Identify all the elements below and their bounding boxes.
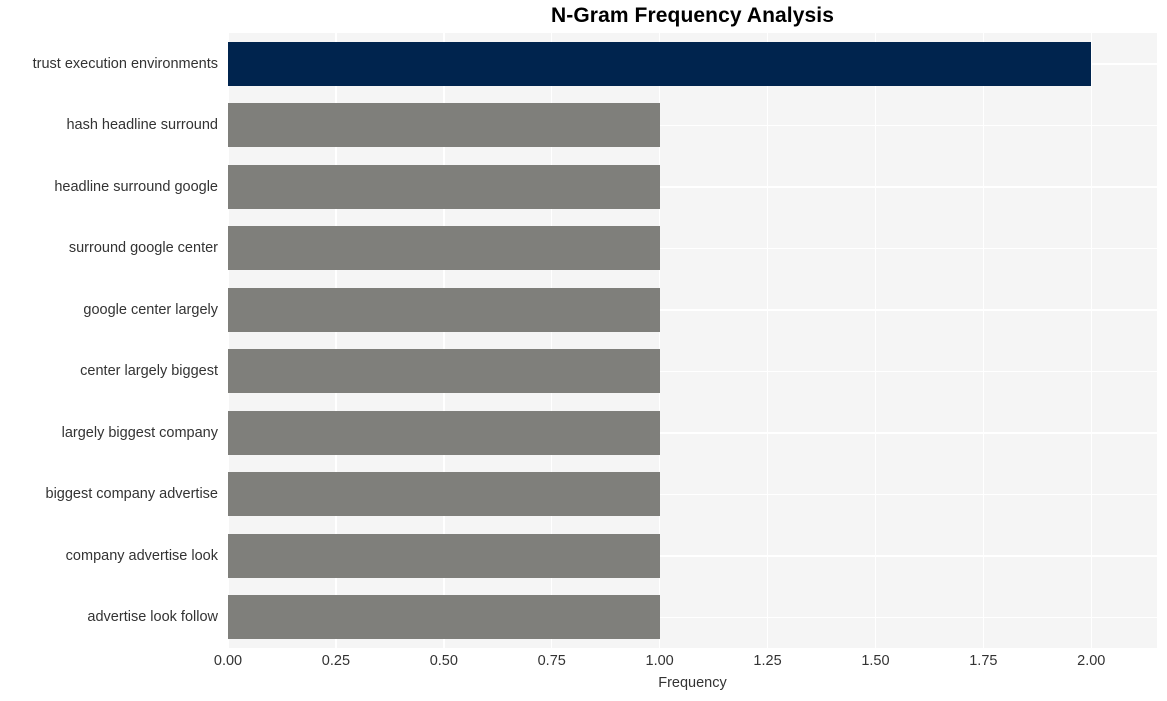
bar	[228, 226, 660, 271]
y-axis-tick-label: biggest company advertise	[45, 486, 219, 503]
x-axis-tick-label: 0.00	[213, 653, 243, 669]
x-axis-tick-label: 1.25	[753, 653, 782, 669]
bar	[228, 595, 660, 640]
x-axis-tick-label: 1.00	[645, 653, 674, 669]
chart-title: N-Gram Frequency Analysis	[551, 4, 834, 27]
y-axis-tick-label: trust execution environments	[32, 55, 218, 72]
y-axis-tick-label: hash headline surround	[66, 117, 218, 134]
bar	[228, 472, 660, 517]
x-axis-tick-label: 0.50	[429, 653, 458, 669]
x-axis-title: Frequency	[658, 675, 727, 691]
x-axis-tick-label: 0.25	[321, 653, 351, 669]
bar	[228, 410, 660, 455]
bar	[228, 287, 660, 332]
y-axis-labels: trust execution environments hash headlin…	[0, 33, 218, 648]
y-axis-tick-label: google center largely	[83, 301, 218, 318]
bar	[228, 164, 660, 209]
ngram-frequency-chart: N-Gram Frequency Analysis trust executio…	[0, 0, 1167, 701]
bar	[228, 103, 660, 148]
y-axis-tick-label: center largely biggest	[80, 363, 218, 380]
bar	[228, 41, 1092, 86]
x-axis-tick-label: 0.75	[537, 653, 566, 669]
x-axis-tick-label: 1.50	[861, 653, 890, 669]
bar	[228, 533, 660, 578]
x-axis-tick-label: 2.00	[1077, 653, 1106, 669]
bar	[228, 349, 660, 394]
x-axis-ticks: 0.00 0.25 0.50 0.75 1.00 1.25 1.50 1.75 2.00	[214, 652, 1157, 674]
plot-area	[228, 33, 1157, 648]
y-axis-tick-label: company advertise look	[65, 547, 218, 564]
y-axis-tick-label: largely biggest company	[61, 424, 218, 441]
y-axis-tick-label: headline surround google	[54, 178, 218, 195]
y-axis-tick-label: surround google center	[68, 240, 218, 257]
x-axis-tick-label: 1.75	[969, 653, 998, 669]
y-axis-tick-label: advertise look follow	[87, 609, 218, 626]
